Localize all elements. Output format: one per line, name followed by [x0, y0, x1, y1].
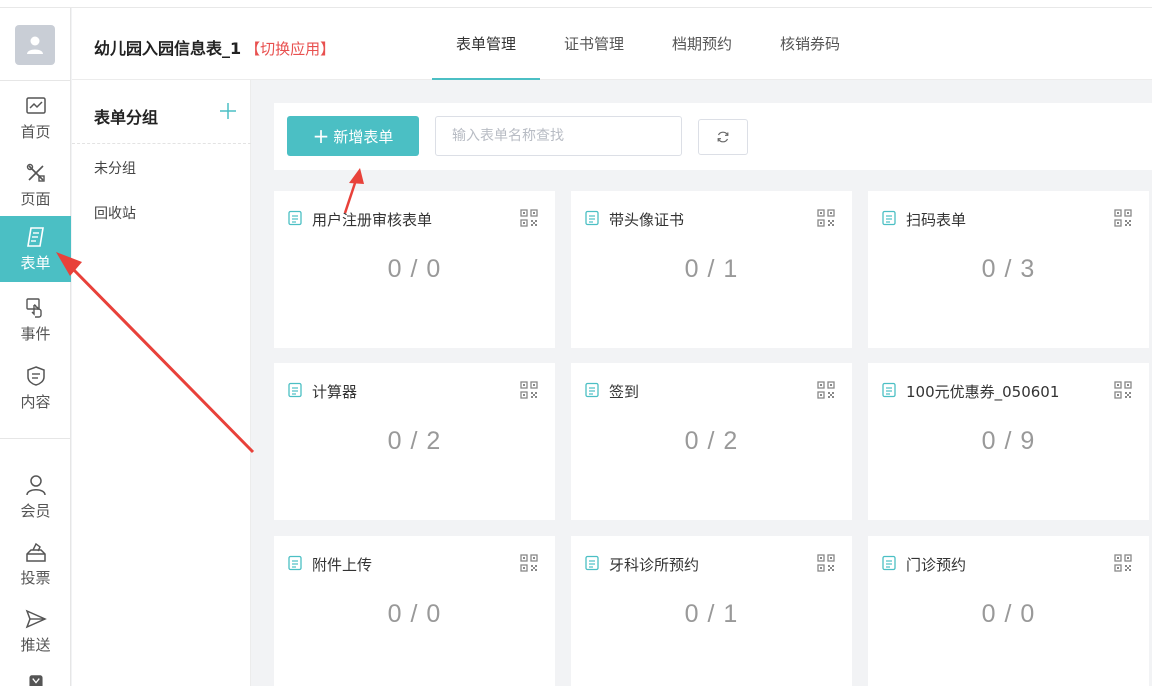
plus-icon: +: [312, 124, 330, 148]
rail-item-home[interactable]: 首页: [0, 85, 71, 151]
rail-label: 页面: [20, 189, 51, 208]
group-title: 表单分组: [94, 108, 159, 127]
top-strip: [0, 0, 1152, 8]
user-avatar-icon: [27, 36, 43, 54]
qrcode-icon[interactable]: [520, 381, 538, 399]
add-form-label: 新增表单: [333, 127, 394, 146]
form-card-title: 100元优惠券_050601: [906, 383, 1060, 401]
document-icon: [288, 555, 302, 571]
rail-label: 表单: [20, 253, 51, 272]
rail-label: 首页: [20, 122, 51, 141]
rail-item-events[interactable]: 事件: [0, 287, 71, 353]
form-card-title: 计算器: [312, 383, 358, 401]
form-card[interactable]: 用户注册审核表单 0 / 0: [274, 191, 555, 348]
group-item-ungrouped[interactable]: 未分组: [94, 158, 136, 178]
form-card-count: 0 / 0: [387, 600, 442, 628]
qrcode-icon[interactable]: [817, 209, 835, 227]
qrcode-icon[interactable]: [1114, 381, 1132, 399]
form-card[interactable]: 附件上传 0 / 0: [274, 536, 555, 686]
form-search-input[interactable]: [435, 116, 682, 156]
switch-app-link[interactable]: 【切换应用】: [245, 40, 335, 58]
form-card[interactable]: 门诊预约 0 / 0: [868, 536, 1149, 686]
rail-item-pages[interactable]: 页面: [0, 152, 71, 218]
form-card[interactable]: 带头像证书 0 / 1: [571, 191, 852, 348]
form-card-title: 牙科诊所预约: [609, 556, 700, 574]
form-card[interactable]: 牙科诊所预约 0 / 1: [571, 536, 852, 686]
rail-item-forms[interactable]: 表单: [0, 216, 71, 282]
form-card-title: 附件上传: [312, 556, 373, 574]
document-icon: [288, 382, 302, 398]
form-card[interactable]: 计算器 0 / 2: [274, 363, 555, 520]
form-card-title: 扫码表单: [906, 211, 967, 229]
form-card-count: 0 / 1: [684, 255, 739, 283]
user-icon: [25, 474, 46, 495]
add-group-icon[interactable]: [219, 102, 237, 120]
form-card-title: 签到: [609, 383, 640, 401]
qrcode-icon[interactable]: [817, 554, 835, 572]
refresh-icon: [717, 131, 729, 143]
form-card[interactable]: 100元优惠券_050601 0 / 9: [868, 363, 1149, 520]
rail-item-vote[interactable]: 投票: [0, 531, 71, 597]
qrcode-icon[interactable]: [520, 554, 538, 572]
tools-icon: [26, 163, 45, 182]
document-icon: [288, 210, 302, 226]
send-icon: [25, 609, 47, 628]
top-header: 幼儿园入园信息表_1 【切换应用】 表单管理 证书管理 档期预约 核销券码: [72, 8, 1152, 80]
annotation-arrowhead: [349, 168, 364, 184]
app-title: 幼儿园入园信息表_1 【切换应用】: [94, 35, 335, 59]
avatar[interactable]: [15, 25, 55, 65]
vote-icon: [25, 542, 46, 562]
form-card-count: 0 / 0: [387, 255, 442, 283]
more-nav-icon: [28, 675, 43, 686]
form-card-count: 0 / 2: [684, 427, 739, 455]
touch-icon: [25, 297, 42, 318]
document-icon: [585, 555, 599, 571]
rail-label: 投票: [20, 568, 51, 587]
rail-label: 推送: [20, 635, 51, 654]
rail-label: 会员: [20, 501, 51, 520]
qrcode-icon[interactable]: [817, 381, 835, 399]
tab-verify-coupon[interactable]: 核销券码: [756, 8, 864, 80]
rail-item-more[interactable]: [0, 664, 71, 686]
qrcode-icon[interactable]: [1114, 209, 1132, 227]
rail-divider: [0, 438, 71, 439]
add-form-button[interactable]: + 新增表单: [287, 116, 419, 156]
form-icon: [26, 226, 44, 247]
document-icon: [585, 210, 599, 226]
document-icon: [882, 555, 896, 571]
form-card-title: 带头像证书: [609, 211, 685, 229]
qrcode-icon[interactable]: [520, 209, 538, 227]
rail-label: 事件: [20, 324, 51, 343]
document-icon: [882, 382, 896, 398]
form-card-count: 0 / 2: [387, 427, 442, 455]
group-header: 表单分组: [72, 80, 251, 144]
form-toolbar: + 新增表单: [274, 103, 1152, 170]
chart-icon: [25, 96, 46, 114]
rail-item-push[interactable]: 推送: [0, 598, 71, 664]
form-card-count: 0 / 1: [684, 600, 739, 628]
document-icon: [585, 382, 599, 398]
form-card-count: 0 / 0: [981, 600, 1036, 628]
form-group-panel: 表单分组 未分组 回收站: [72, 80, 251, 686]
app-name: 幼儿园入园信息表_1: [94, 39, 242, 58]
shield-doc-icon: [26, 365, 45, 386]
qrcode-icon[interactable]: [1114, 554, 1132, 572]
tab-schedule-booking[interactable]: 档期预约: [648, 8, 756, 80]
document-icon: [882, 210, 896, 226]
rail-divider: [0, 80, 71, 81]
form-card-title: 用户注册审核表单: [312, 211, 433, 229]
refresh-button[interactable]: [698, 119, 748, 155]
form-card-count: 0 / 3: [981, 255, 1036, 283]
tab-certificate-management[interactable]: 证书管理: [540, 8, 648, 80]
form-card-title: 门诊预约: [906, 556, 967, 574]
tab-form-management[interactable]: 表单管理: [432, 8, 540, 80]
rail-item-members[interactable]: 会员: [0, 464, 71, 530]
form-card[interactable]: 签到 0 / 2: [571, 363, 852, 520]
rail-label: 内容: [20, 392, 51, 411]
rail-item-content[interactable]: 内容: [0, 355, 71, 421]
group-item-recycle-bin[interactable]: 回收站: [94, 203, 136, 223]
form-card-count: 0 / 9: [981, 427, 1036, 455]
left-nav-rail: 首页 页面 表单 事件 内容 会员 投票 推送: [0, 8, 71, 686]
form-card[interactable]: 扫码表单 0 / 3: [868, 191, 1149, 348]
